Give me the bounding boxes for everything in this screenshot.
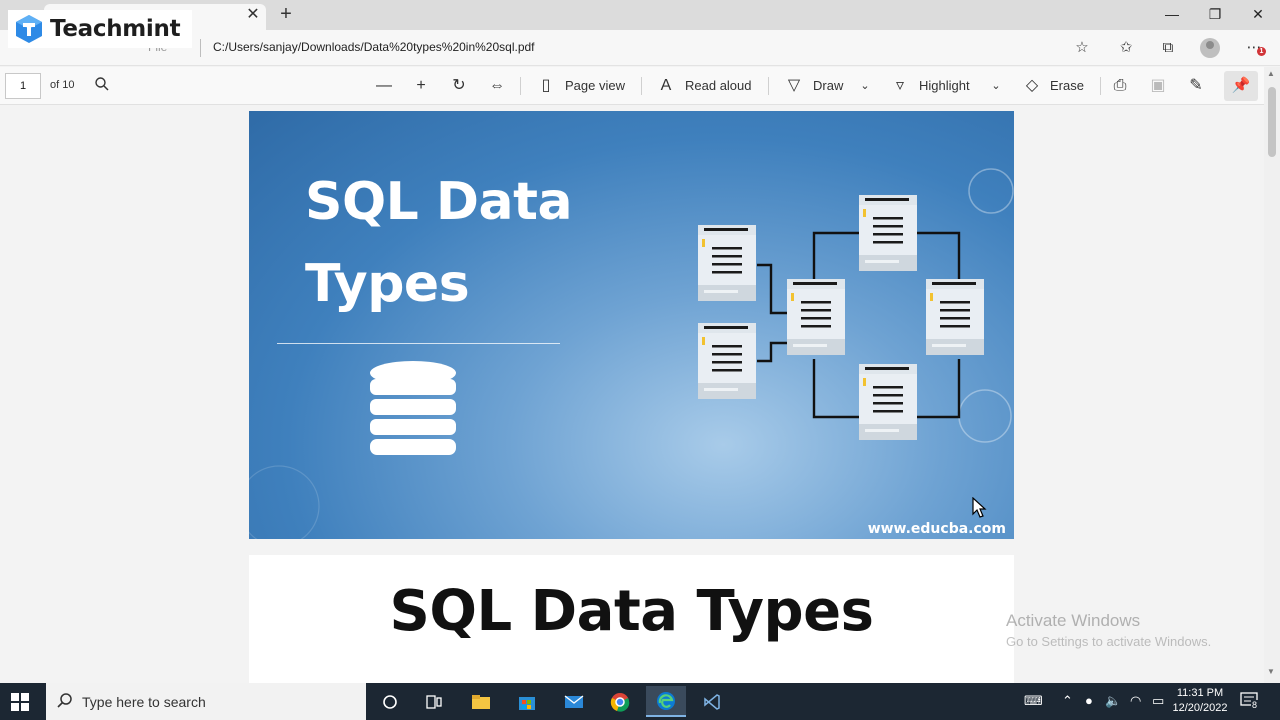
print-icon[interactable]: ⎙ [1110,76,1130,96]
scroll-down-icon[interactable]: ▼ [1267,667,1275,676]
clock-time: 11:31 PM [1176,687,1224,699]
microsoft-store-icon[interactable] [507,686,547,717]
url-field[interactable]: C:/Users/sanjay/Downloads/Data%20types%2… [213,40,535,54]
minimize-button[interactable]: — [1152,4,1192,24]
windows-start-icon[interactable] [10,692,30,712]
table-card [698,225,756,301]
page-number-input[interactable]: 1 [5,73,41,99]
new-tab-button[interactable]: + [276,4,296,24]
read-aloud-icon[interactable]: A [656,76,676,96]
tab-close-button[interactable]: ✕ [244,6,262,24]
taskbar-search-placeholder: Type here to search [82,694,206,710]
notification-count-badge: 8 [1251,700,1259,710]
read-aloud-button[interactable]: Read aloud [685,78,752,93]
activate-windows-subtitle: Go to Settings to activate Windows. [1006,634,1212,649]
zoom-in-icon[interactable]: + [411,76,431,96]
action-center-icon[interactable]: 8 [1240,692,1260,710]
toolbar-divider [641,77,642,95]
keyboard-icon[interactable]: ⌨ [1024,693,1043,709]
collections-icon[interactable]: ⧉ [1158,38,1178,58]
table-card [698,323,756,399]
page2-heading: SQL Data Types [389,579,874,644]
search-icon [57,693,72,708]
teachmint-watermark: Teachmint [8,10,192,48]
slide-title-line2: Types [305,254,470,314]
system-clock[interactable]: 11:31 PM 12/20/2022 [1172,686,1228,716]
title-bar: ✕ + — ❐ ✕ [0,0,1280,30]
erase-button[interactable]: Erase [1050,78,1084,93]
brand-name: Teachmint [50,16,181,42]
chrome-icon[interactable] [600,686,640,717]
windows-taskbar: Type here to search ⌨ ⌃ ● 🔈 ◠ ▭ 11:31 PM… [0,683,1280,720]
edge-browser-icon[interactable] [646,686,686,717]
eraser-icon[interactable]: ◇ [1022,76,1042,96]
highlight-icon[interactable]: ▿ [890,76,910,96]
teachmint-logo-icon [16,15,42,43]
cortana-icon[interactable] [370,686,410,717]
rotate-icon[interactable]: ↻ [449,76,469,96]
mouse-cursor-icon [972,497,987,518]
draw-button[interactable]: Draw [813,78,843,93]
pdf-toolbar: 1 of 10 — + ↻ ⇔ ▯ Page view A Read aloud… [0,67,1280,105]
pdf-page-2: SQL Data Types [249,555,1014,683]
volume-icon[interactable]: 🔈 [1105,693,1121,709]
mail-icon[interactable] [554,686,594,717]
draw-dropdown-chevron-icon[interactable]: ⌄ [855,76,875,96]
restore-button[interactable]: ❐ [1195,4,1235,24]
wifi-icon[interactable]: ◠ [1130,693,1141,709]
scrollbar-thumb[interactable] [1268,87,1276,157]
fit-to-width-icon[interactable]: ⇔ [487,76,507,96]
close-window-button[interactable]: ✕ [1238,4,1278,24]
draw-icon[interactable]: ▽ [784,76,804,96]
visual-studio-code-icon[interactable] [692,686,732,717]
notification-badge: 1 [1257,47,1266,56]
scroll-up-icon[interactable]: ▲ [1267,69,1275,78]
vertical-scrollbar[interactable]: ▲ ▼ [1264,67,1280,683]
highlight-button[interactable]: Highlight [919,78,970,93]
toolbar-divider [1100,77,1101,95]
save-icon[interactable]: ▣ [1148,76,1168,96]
profile-avatar[interactable] [1200,38,1220,58]
activate-windows-title: Activate Windows [1006,611,1141,630]
show-hidden-icons-chevron-icon[interactable]: ⌃ [1062,693,1073,709]
save-as-icon[interactable]: ✎ [1186,76,1206,96]
file-explorer-icon[interactable] [461,686,501,717]
slide-title-line1: SQL Data [305,172,573,232]
address-bar: File C:/Users/sanjay/Downloads/Data%20ty… [0,30,1280,66]
battery-icon[interactable]: ▭ [1152,693,1164,709]
page-view-icon[interactable]: ▯ [536,76,556,96]
cover-slide: SQL Data Types www.educba.com [249,111,1014,539]
highlight-dropdown-chevron-icon[interactable]: ⌄ [986,76,1006,96]
slide-footer-url: www.educba.com [867,521,1006,537]
taskbar-search-box[interactable]: Type here to search [46,683,366,720]
zoom-out-icon[interactable]: — [374,76,394,96]
table-card [926,279,984,355]
add-favorite-icon[interactable]: ☆ [1072,38,1092,58]
slide-title: SQL Data Types [305,161,573,325]
onedrive-icon[interactable]: ● [1085,693,1093,708]
pin-toolbar-button[interactable]: 📌 [1224,71,1258,101]
page-view-button[interactable]: Page view [565,78,625,93]
clock-date: 12/20/2022 [1172,702,1228,714]
table-card [787,279,845,355]
page-count-label: of 10 [50,79,75,91]
table-card [859,364,917,440]
toolbar-divider [520,77,521,95]
pdf-document-area[interactable]: SQL Data Types www.educba.com SQL Data T… [0,105,1264,683]
table-card [859,195,917,271]
slide-divider [277,343,560,344]
favorites-icon[interactable]: ✩ [1116,38,1136,58]
search-icon[interactable] [92,76,112,96]
address-divider [200,39,201,57]
task-view-icon[interactable] [414,686,454,717]
toolbar-divider [768,77,769,95]
